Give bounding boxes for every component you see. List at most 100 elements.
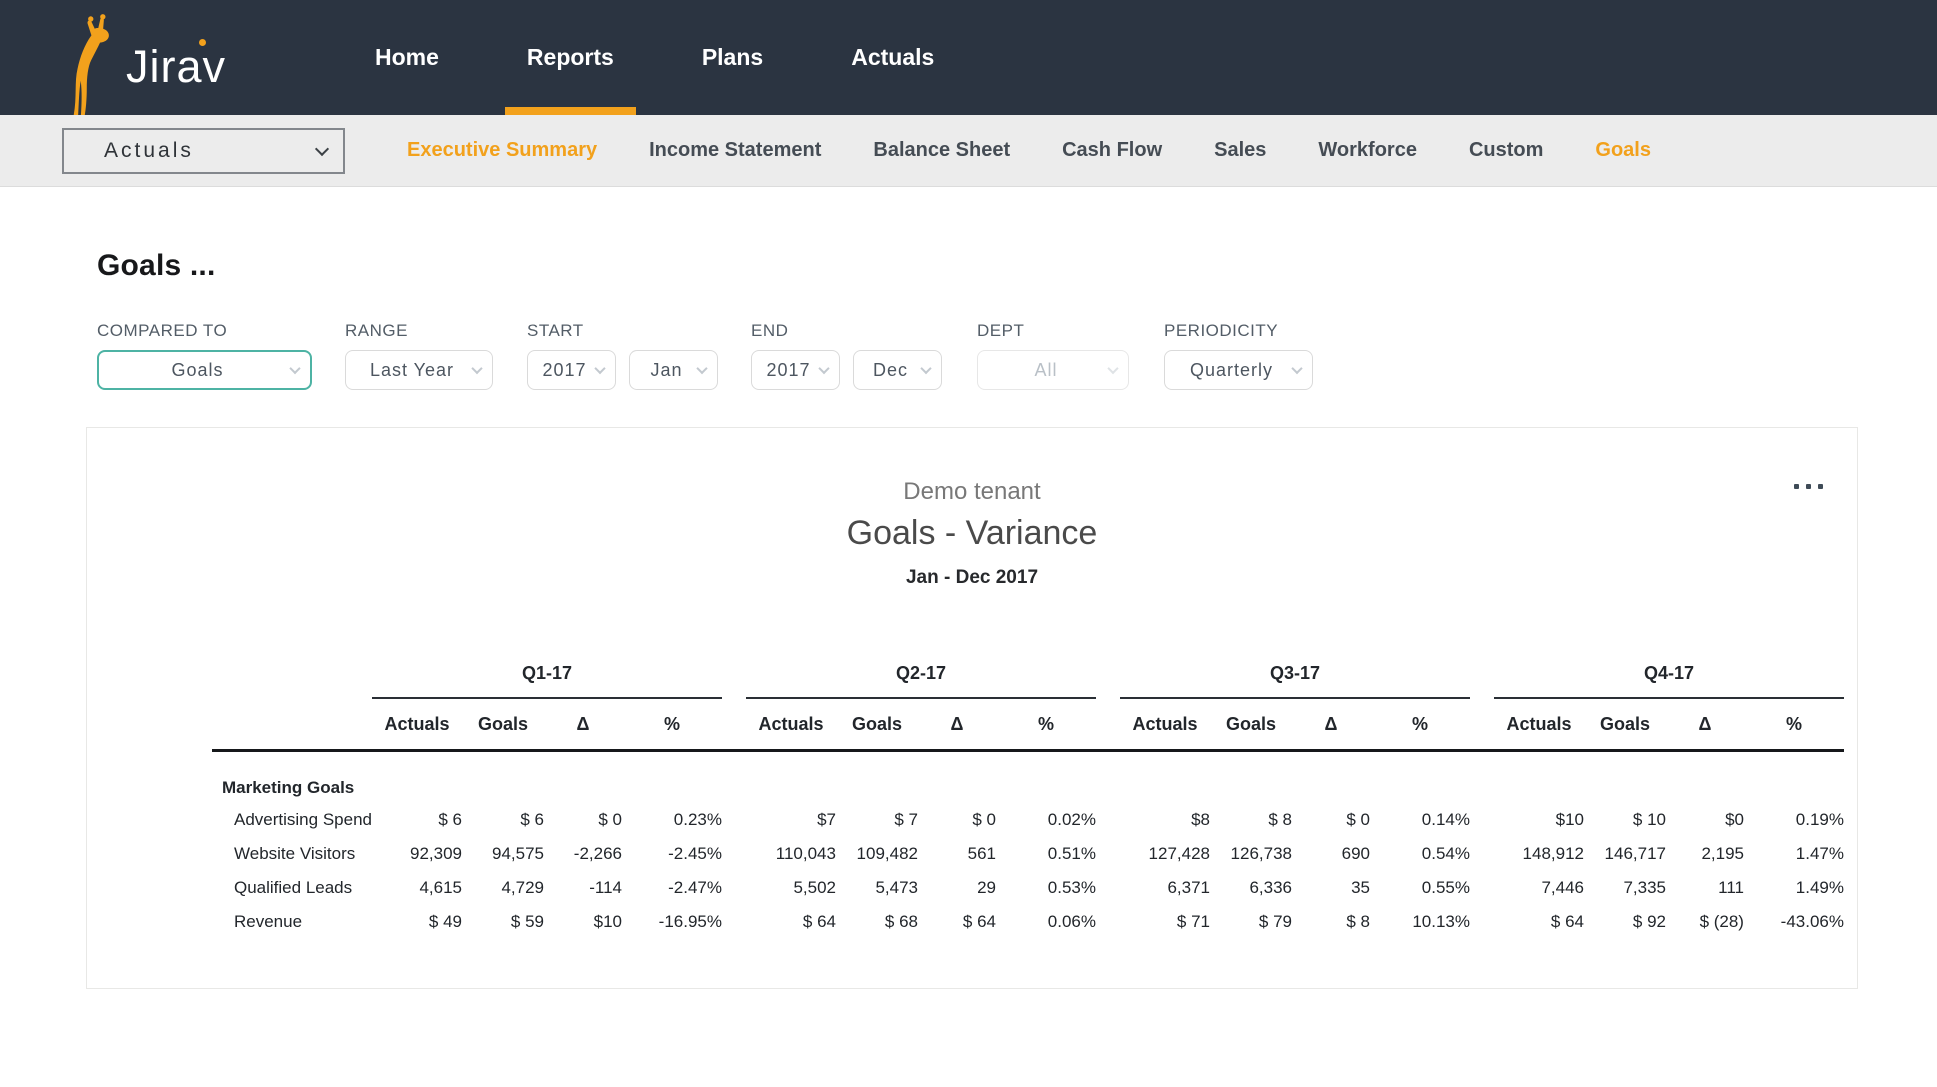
cell: 4,615 (419, 878, 462, 897)
nav-item-plans[interactable]: Plans (688, 0, 777, 115)
periodicity-select[interactable]: Quarterly (1164, 350, 1313, 390)
filter-label: END (751, 321, 789, 340)
cell: $ 0 (972, 810, 996, 829)
cell: 94,575 (491, 844, 544, 863)
cell: $ 59 (510, 912, 544, 931)
tab-executive-summary[interactable]: Executive Summary (381, 139, 623, 162)
cell: $ 6 (520, 810, 544, 829)
column-header: % (1037, 714, 1054, 734)
cell: 146,717 (1604, 844, 1666, 863)
filter-label: DEPT (977, 321, 1025, 340)
variance-table: Q1-17 Q2-17 Q3-17 Q4-17 Actuals Goals Δ% Actual… (212, 663, 1844, 939)
brand-i-dot (199, 39, 206, 46)
cell: -16.95% (658, 912, 722, 931)
periodicity-value: Quarterly (1189, 359, 1274, 380)
brand-name: Jirav (126, 41, 227, 92)
table-row: Qualified Leads 4,615 4,729 -114 -2.47% 5,502… (212, 871, 1844, 905)
start-month-select[interactable]: Jan (629, 350, 718, 390)
quarter-header: Q1-17 (371, 663, 722, 699)
row-label: Website Visitors (234, 844, 356, 863)
reports-subnav: Actuals Executive Summary Income Stateme… (0, 115, 1937, 187)
filter-bar: COMPARED TO Goals RANGE Last Year START … (97, 321, 1937, 390)
column-header: Goals (1599, 714, 1650, 734)
start-year-select[interactable]: 2017 (527, 350, 616, 390)
cell: 109,482 (856, 844, 918, 863)
cell: 92,309 (409, 844, 462, 863)
row-label: Advertising Spend (234, 810, 372, 829)
chevron-down-icon (1291, 362, 1303, 375)
tab-balance-sheet[interactable]: Balance Sheet (847, 139, 1036, 162)
tab-workforce[interactable]: Workforce (1292, 139, 1443, 162)
row-label: Revenue (234, 912, 303, 931)
column-header: Actuals (758, 714, 824, 734)
cell: 7,446 (1541, 878, 1584, 897)
cell: 4,729 (501, 878, 544, 897)
cell: 0.14% (1421, 810, 1470, 829)
report-type-select[interactable]: Actuals (62, 127, 345, 174)
quarter-header: Q4-17 (1493, 663, 1844, 699)
main-nav: Home Reports Plans Actuals (331, 0, 978, 115)
start-year-value: 2017 (542, 359, 587, 380)
cell: 0.19% (1795, 810, 1844, 829)
chevron-down-icon (1107, 362, 1119, 375)
cell: $10 (1555, 810, 1584, 829)
quarter-header: Q2-17 (745, 663, 1096, 699)
cell: 148,912 (1522, 844, 1584, 863)
report-tabs: Executive Summary Income Statement Balan… (381, 139, 1677, 162)
company-name: Demo tenant (903, 478, 1041, 505)
end-month-value: Dec (872, 359, 908, 380)
column-header: Actuals (1506, 714, 1572, 734)
cell: -114 (589, 878, 622, 897)
tab-goals[interactable]: Goals (1569, 139, 1677, 162)
cell: 561 (967, 844, 996, 863)
more-menu-icon[interactable] (1781, 478, 1829, 495)
end-year-value: 2017 (766, 359, 811, 380)
tab-cash-flow[interactable]: Cash Flow (1036, 139, 1188, 162)
brand-logo[interactable]: Jirav (58, 0, 226, 115)
cell: 29 (977, 878, 996, 897)
cell: -2,266 (573, 844, 622, 863)
column-header: % (1411, 714, 1428, 734)
nav-item-actuals[interactable]: Actuals (837, 0, 948, 115)
report-card: Demo tenant Goals - Variance Jan - Dec 2… (86, 427, 1858, 989)
giraffe-logo-icon (73, 14, 109, 115)
cell: 110,043 (775, 844, 836, 863)
cell: $ 10 (1632, 810, 1666, 829)
report-title: Goals - Variance (846, 514, 1098, 552)
nav-item-reports[interactable]: Reports (504, 0, 636, 115)
cell: 0.23% (673, 810, 722, 829)
cell: $10 (593, 912, 622, 931)
cell: $ 0 (1346, 810, 1370, 829)
filter-compared-to: COMPARED TO Goals (97, 321, 312, 390)
tab-income-statement[interactable]: Income Statement (623, 139, 847, 162)
cell: $ 8 (1346, 912, 1370, 931)
cell: 5,473 (875, 878, 918, 897)
compared-to-select[interactable]: Goals (97, 350, 312, 390)
dept-value: All (1034, 359, 1058, 380)
nav-item-home[interactable]: Home (361, 0, 453, 115)
cell: $ 7 (894, 810, 918, 829)
range-select[interactable]: Last Year (345, 350, 493, 390)
tab-custom[interactable]: Custom (1443, 139, 1569, 162)
filter-label: PERIODICITY (1164, 321, 1279, 340)
cell: $ 71 (1176, 912, 1210, 931)
tab-sales[interactable]: Sales (1188, 139, 1292, 162)
chevron-down-icon (289, 362, 301, 375)
column-header: % (663, 714, 680, 734)
filter-label: RANGE (345, 321, 408, 340)
cell: 0.53% (1047, 878, 1096, 897)
table-row: Advertising Spend $ 6 $ 6 $ 0 0.23% $7 $ 7 $ 0 0… (212, 803, 1844, 837)
cell: 0.51% (1047, 844, 1096, 863)
end-year-select[interactable]: 2017 (751, 350, 840, 390)
top-navbar: Jirav Home Reports Plans Actuals (0, 0, 1937, 115)
cell: $ 68 (884, 912, 918, 931)
cell: $0 (1725, 810, 1744, 829)
column-header: Δ (1698, 714, 1712, 734)
report-date-range: Jan - Dec 2017 (905, 567, 1039, 588)
dept-select: All (977, 350, 1129, 390)
cell: $ 64 (1550, 912, 1584, 931)
column-header: Δ (950, 714, 964, 734)
report-header: Demo tenant Goals - Variance Jan - Dec 2… (87, 478, 1857, 589)
filter-range: RANGE Last Year (345, 321, 493, 390)
end-month-select[interactable]: Dec (853, 350, 942, 390)
